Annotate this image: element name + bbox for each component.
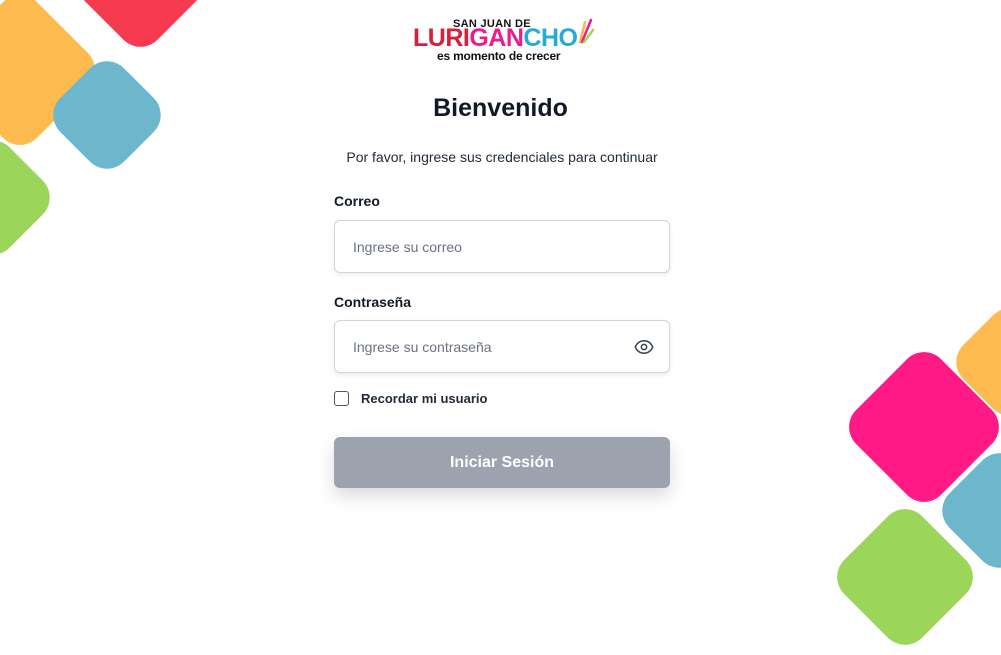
remember-row[interactable]: Recordar mi usuario (334, 391, 487, 406)
page-title: Bienvenido (433, 94, 568, 122)
password-input[interactable] (335, 321, 669, 372)
password-label: Contraseña (334, 294, 412, 310)
logo-name-part: LURI (413, 24, 470, 52)
brand-logo: SAN JUAN DE LURIGANCHO es momento de cre… (411, 18, 596, 63)
logo-mark-icon (578, 18, 595, 44)
email-label: Correo (334, 193, 380, 209)
page-subtitle: Por favor, ingrese sus credenciales para… (346, 149, 658, 165)
login-button[interactable]: Iniciar Sesión (334, 437, 670, 488)
email-field-box (334, 220, 670, 273)
password-field-box (334, 320, 670, 373)
remember-checkbox[interactable] (334, 391, 349, 406)
logo-name-part: GAN (469, 24, 524, 52)
eye-icon[interactable] (633, 337, 655, 357)
decor-tile-red (66, 0, 215, 57)
logo-tagline: es momento de crecer (437, 49, 561, 63)
logo-name-part: CHO (523, 24, 578, 52)
email-input[interactable] (335, 221, 669, 272)
remember-label[interactable]: Recordar mi usuario (361, 391, 487, 406)
